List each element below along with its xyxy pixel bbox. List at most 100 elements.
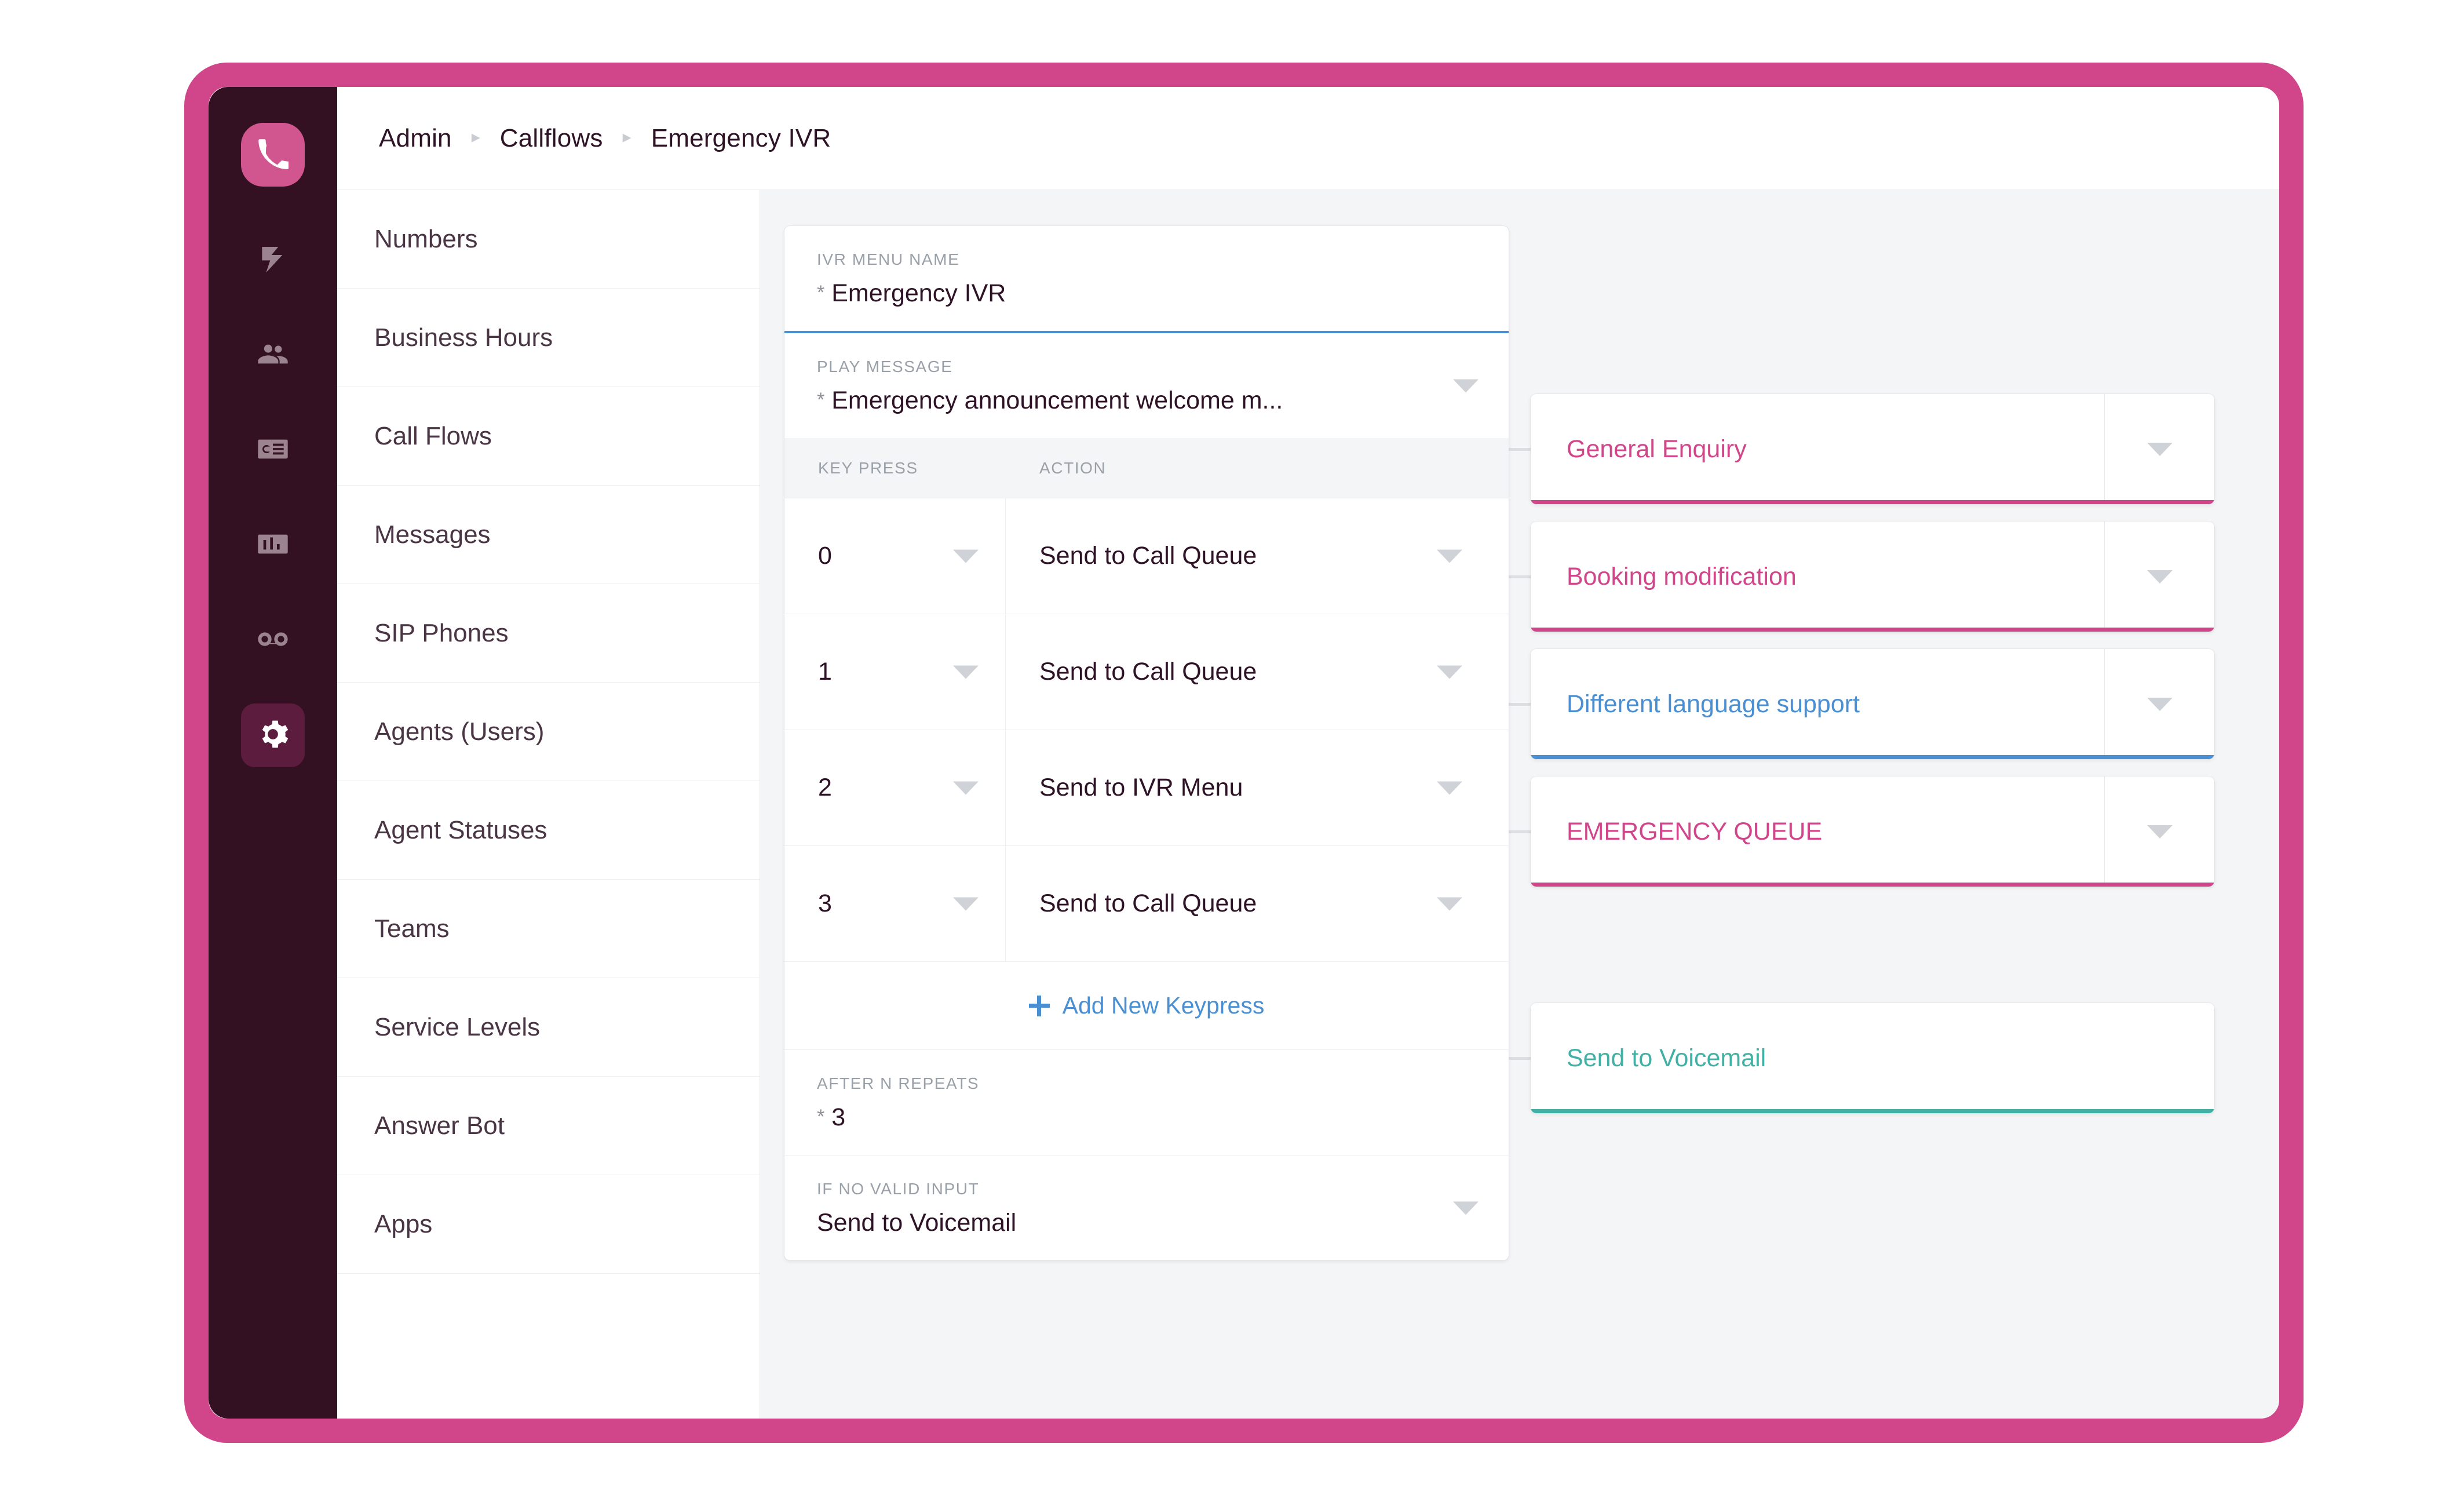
table-row: 1 Send to Call Queue bbox=[784, 614, 1509, 730]
keypress-value: 2 bbox=[818, 774, 832, 801]
target-card-label: Send to Voicemail bbox=[1567, 1044, 1766, 1072]
action-select[interactable]: Send to Call Queue bbox=[1006, 498, 1509, 614]
chevron-down-icon[interactable] bbox=[953, 665, 979, 679]
action-select[interactable]: Send to Call Queue bbox=[1006, 614, 1509, 730]
after-n-repeats-field[interactable]: AFTER N REPEATS * 3 bbox=[784, 1050, 1509, 1155]
rail-item-settings[interactable] bbox=[241, 703, 305, 767]
connector-line bbox=[1509, 448, 1531, 451]
keypress-select[interactable]: 0 bbox=[784, 498, 1006, 614]
after-n-repeats-label: AFTER N REPEATS bbox=[817, 1074, 980, 1092]
rail-item-reports[interactable] bbox=[241, 513, 305, 577]
breadcrumb-item-admin[interactable]: Admin bbox=[379, 124, 452, 153]
column-header-action: ACTION bbox=[1039, 458, 1107, 477]
icon-rail bbox=[209, 87, 337, 1419]
rail-item-voicemail[interactable] bbox=[241, 608, 305, 672]
if-no-valid-input-value: Send to Voicemail bbox=[817, 1209, 1017, 1237]
chevron-down-icon[interactable] bbox=[1437, 897, 1462, 910]
breadcrumb-item-current: Emergency IVR bbox=[651, 123, 831, 152]
nav-item-messages[interactable]: Messages bbox=[337, 486, 760, 584]
breadcrumb-separator-icon: ▸ bbox=[471, 127, 480, 147]
chevron-down-icon bbox=[2147, 442, 2173, 456]
nav-item-service-levels[interactable]: Service Levels bbox=[337, 978, 760, 1077]
chevron-down-icon bbox=[2147, 825, 2173, 839]
voicemail-icon bbox=[257, 623, 289, 658]
chevron-down-icon[interactable] bbox=[953, 897, 979, 910]
keypress-value: 1 bbox=[818, 658, 832, 686]
settings-nav: Numbers Business Hours Call Flows Messag… bbox=[337, 190, 760, 1419]
if-no-valid-input-label: IF NO VALID INPUT bbox=[817, 1180, 980, 1198]
table-row: 0 Send to Call Queue bbox=[784, 498, 1509, 614]
chevron-down-icon[interactable] bbox=[1437, 781, 1462, 794]
action-select[interactable]: Send to IVR Menu bbox=[1006, 730, 1509, 845]
connector-line bbox=[1509, 1057, 1531, 1060]
target-card-booking-modification[interactable]: Booking modification bbox=[1531, 522, 2214, 632]
table-row: 3 Send to Call Queue bbox=[784, 846, 1509, 962]
target-card-accent bbox=[1531, 628, 2214, 632]
add-new-keypress-button[interactable]: Add New Keypress bbox=[784, 962, 1509, 1050]
flow-canvas: IVR MENU NAME * Emergency IVR PLAY MESSA… bbox=[760, 190, 2279, 1419]
lightning-bolt-icon bbox=[257, 243, 289, 278]
chevron-down-icon[interactable] bbox=[953, 549, 979, 563]
play-message-label: PLAY MESSAGE bbox=[817, 358, 953, 376]
target-card-general-enquiry[interactable]: General Enquiry bbox=[1531, 394, 2214, 504]
target-card-different-language-support[interactable]: Different language support bbox=[1531, 649, 2214, 759]
nav-item-teams[interactable]: Teams bbox=[337, 880, 760, 978]
keypress-select[interactable]: 2 bbox=[784, 730, 1006, 845]
nav-item-sip-phones[interactable]: SIP Phones bbox=[337, 584, 760, 683]
target-card-label: Booking modification bbox=[1567, 562, 1797, 590]
required-marker: * bbox=[817, 282, 825, 304]
nav-item-business-hours[interactable]: Business Hours bbox=[337, 289, 760, 387]
target-card-emergency-queue[interactable]: EMERGENCY QUEUE bbox=[1531, 776, 2214, 887]
target-card-dropdown[interactable] bbox=[2104, 776, 2214, 887]
action-value: Send to Call Queue bbox=[1039, 889, 1257, 917]
keypress-select[interactable]: 1 bbox=[784, 614, 1006, 730]
rail-item-contacts[interactable] bbox=[241, 323, 305, 387]
card-list-icon bbox=[257, 433, 289, 468]
after-n-repeats-value: 3 bbox=[831, 1103, 846, 1131]
chevron-down-icon[interactable] bbox=[1453, 1201, 1479, 1215]
people-icon bbox=[257, 338, 289, 373]
target-card-dropdown[interactable] bbox=[2104, 649, 2214, 759]
target-card-accent bbox=[1531, 883, 2214, 887]
ivr-menu-name-value: Emergency IVR bbox=[831, 279, 1006, 307]
ivr-menu-name-field[interactable]: IVR MENU NAME * Emergency IVR bbox=[784, 226, 1509, 333]
play-message-field[interactable]: PLAY MESSAGE * Emergency announcement we… bbox=[784, 333, 1509, 438]
target-card-label: Different language support bbox=[1567, 690, 1860, 718]
add-new-keypress-label: Add New Keypress bbox=[1062, 992, 1265, 1019]
bar-chart-icon bbox=[257, 528, 289, 563]
nav-item-answer-bot[interactable]: Answer Bot bbox=[337, 1077, 760, 1175]
target-card-label: EMERGENCY QUEUE bbox=[1567, 817, 1823, 845]
nav-item-call-flows[interactable]: Call Flows bbox=[337, 387, 760, 486]
breadcrumb-item-callflows[interactable]: Callflows bbox=[500, 124, 603, 153]
keypress-table-header: KEY PRESS ACTION bbox=[784, 438, 1509, 498]
target-card-label: General Enquiry bbox=[1567, 435, 1747, 463]
target-card-send-to-voicemail[interactable]: Send to Voicemail bbox=[1531, 1003, 2214, 1113]
device-frame: Admin ▸ Callflows ▸ Emergency IVR Number… bbox=[184, 63, 2304, 1443]
chevron-down-icon[interactable] bbox=[1437, 665, 1462, 679]
connector-line bbox=[1509, 703, 1531, 706]
nav-item-agents-users[interactable]: Agents (Users) bbox=[337, 683, 760, 781]
required-marker: * bbox=[817, 1106, 825, 1128]
keypress-select[interactable]: 3 bbox=[784, 846, 1006, 961]
play-message-value: Emergency announcement welcome m... bbox=[831, 387, 1283, 414]
chevron-down-icon[interactable] bbox=[1453, 379, 1479, 392]
required-marker: * bbox=[817, 389, 825, 411]
target-card-dropdown[interactable] bbox=[2104, 394, 2214, 504]
rail-item-messages[interactable] bbox=[241, 418, 305, 482]
nav-item-agent-statuses[interactable]: Agent Statuses bbox=[337, 781, 760, 880]
nav-item-apps[interactable]: Apps bbox=[337, 1175, 760, 1274]
breadcrumb-separator-icon: ▸ bbox=[622, 127, 631, 147]
chevron-down-icon[interactable] bbox=[953, 781, 979, 794]
connector-line bbox=[1509, 575, 1531, 578]
keypress-value: 3 bbox=[818, 889, 832, 917]
rail-item-activity[interactable] bbox=[241, 228, 305, 292]
app-window: Admin ▸ Callflows ▸ Emergency IVR Number… bbox=[209, 87, 2279, 1419]
target-card-dropdown[interactable] bbox=[2104, 522, 2214, 632]
chevron-down-icon[interactable] bbox=[1437, 549, 1462, 563]
action-value: Send to Call Queue bbox=[1039, 542, 1257, 570]
nav-item-numbers[interactable]: Numbers bbox=[337, 190, 760, 289]
app-logo bbox=[241, 123, 305, 187]
action-value: Send to IVR Menu bbox=[1039, 774, 1243, 801]
if-no-valid-input-field[interactable]: IF NO VALID INPUT Send to Voicemail bbox=[784, 1155, 1509, 1260]
action-select[interactable]: Send to Call Queue bbox=[1006, 846, 1509, 961]
